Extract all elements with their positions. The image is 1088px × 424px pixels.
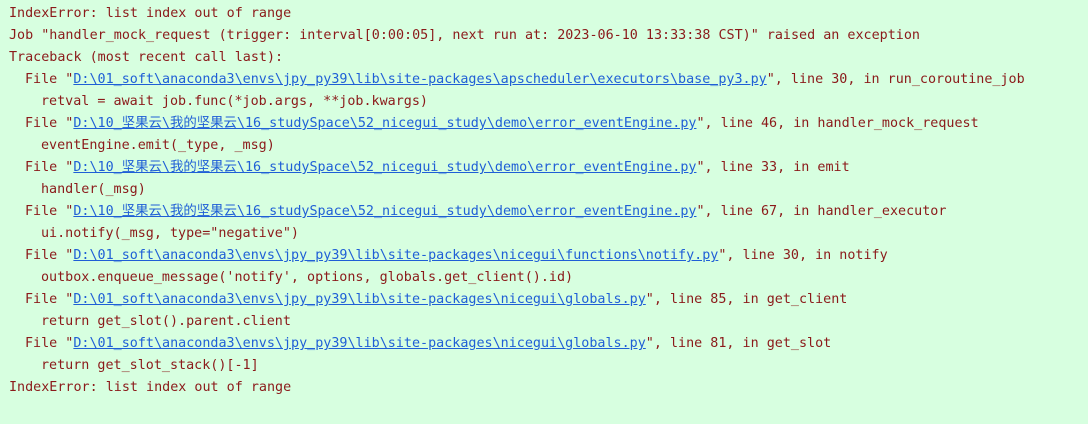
traceback-frame-line: File "D:\10_坚果云\我的坚果云\16_studySpace\52_n… <box>9 157 1088 179</box>
error-header-line: IndexError: list index out of range <box>9 6 292 21</box>
frame-location: ", line 30, in notify <box>718 248 888 263</box>
file-prefix: File " <box>25 248 74 263</box>
file-prefix: File " <box>25 292 74 307</box>
file-prefix: File " <box>25 72 74 87</box>
traceback-code-line: return get_slot_stack()[-1] <box>41 358 259 373</box>
file-path-link[interactable]: D:\01_soft\anaconda3\envs\jpy_py39\lib\s… <box>73 292 645 307</box>
file-prefix: File " <box>25 116 74 131</box>
traceback-code-line: eventEngine.emit(_type, _msg) <box>41 138 275 153</box>
traceback-header-line: Traceback (most recent call last): <box>9 50 284 65</box>
traceback-code-line: ui.notify(_msg, type="negative") <box>41 226 299 241</box>
file-path-link[interactable]: D:\01_soft\anaconda3\envs\jpy_py39\lib\s… <box>73 72 766 87</box>
job-exception-line: Job "handler_mock_request (trigger: inte… <box>9 28 920 43</box>
frame-location: ", line 67, in handler_executor <box>696 204 947 219</box>
frame-location: ", line 30, in run_coroutine_job <box>766 72 1025 87</box>
traceback-frame-line: File "D:\10_坚果云\我的坚果云\16_studySpace\52_n… <box>9 113 1088 135</box>
error-footer-line: IndexError: list index out of range <box>9 380 292 395</box>
traceback-frame-line: File "D:\01_soft\anaconda3\envs\jpy_py39… <box>9 69 1088 91</box>
traceback-frame-line: File "D:\01_soft\anaconda3\envs\jpy_py39… <box>9 245 1088 267</box>
file-path-link[interactable]: D:\01_soft\anaconda3\envs\jpy_py39\lib\s… <box>73 248 718 263</box>
traceback-frame-line: File "D:\01_soft\anaconda3\envs\jpy_py39… <box>9 333 1088 355</box>
traceback-code-line: return get_slot().parent.client <box>41 314 291 329</box>
traceback-code-line: outbox.enqueue_message('notify', options… <box>41 270 574 285</box>
traceback-frame-line: File "D:\10_坚果云\我的坚果云\16_studySpace\52_n… <box>9 201 1088 223</box>
file-prefix: File " <box>25 204 74 219</box>
frame-location: ", line 85, in get_client <box>645 292 848 307</box>
file-prefix: File " <box>25 160 74 175</box>
traceback-code-line: handler(_msg) <box>41 182 146 197</box>
frame-location: ", line 81, in get_slot <box>645 336 832 351</box>
traceback-code-line: retval = await job.func(*job.args, **job… <box>41 94 428 109</box>
file-path-link[interactable]: D:\10_坚果云\我的坚果云\16_studySpace\52_nicegui… <box>73 116 696 131</box>
file-path-link[interactable]: D:\10_坚果云\我的坚果云\16_studySpace\52_nicegui… <box>73 160 696 175</box>
traceback-frame-line: File "D:\01_soft\anaconda3\envs\jpy_py39… <box>9 289 1088 311</box>
frame-location: ", line 33, in emit <box>696 160 850 175</box>
file-path-link[interactable]: D:\01_soft\anaconda3\envs\jpy_py39\lib\s… <box>73 336 645 351</box>
frame-location: ", line 46, in handler_mock_request <box>696 116 979 131</box>
file-path-link[interactable]: D:\10_坚果云\我的坚果云\16_studySpace\52_nicegui… <box>73 204 696 219</box>
file-prefix: File " <box>25 336 74 351</box>
console-output: IndexError: list index out of range Job … <box>0 0 1088 424</box>
